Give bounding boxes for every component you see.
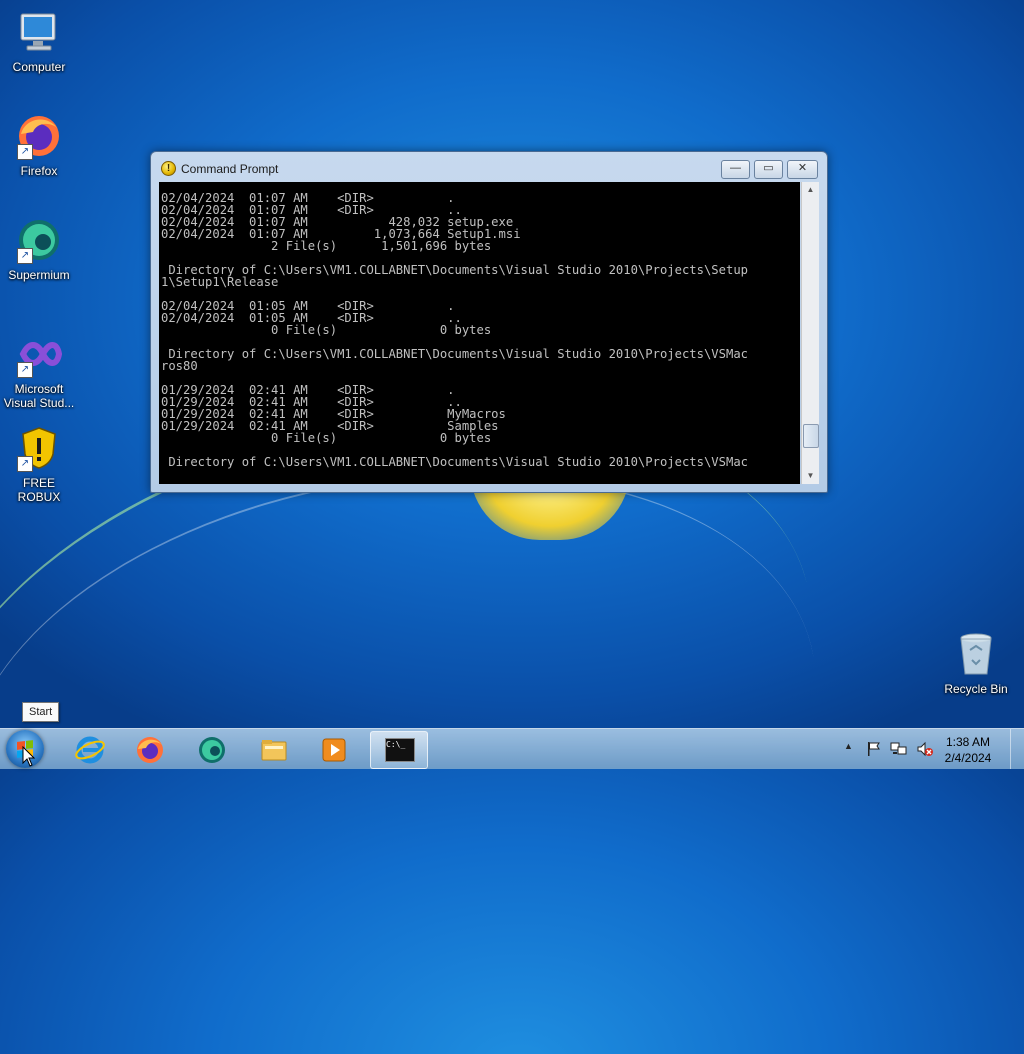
shortcut-arrow-icon: ↗ — [17, 362, 33, 378]
taskbar-media-player[interactable] — [306, 731, 362, 767]
taskbar-clock[interactable]: 1:38 AM 2/4/2024 — [936, 734, 1000, 766]
taskbar-firefox[interactable] — [122, 731, 178, 767]
desktop-icon-visual-studio[interactable]: ↗ Microsoft Visual Stud... — [1, 330, 77, 410]
supermium-icon: ↗ — [15, 216, 63, 264]
taskbar-file-explorer[interactable] — [246, 731, 302, 767]
console-text: 02/04/2024 01:07 AM <DIR> . 02/04/2024 0… — [161, 191, 748, 469]
desktop-icon-firefox[interactable]: ↗ Firefox — [1, 112, 77, 178]
desktop-icon-supermium[interactable]: ↗ Supermium — [1, 216, 77, 282]
taskbar-command-prompt[interactable]: C:\_ — [370, 731, 428, 769]
close-button[interactable]: ✕ — [787, 160, 818, 179]
shield-warning-icon: ↗ — [15, 424, 63, 472]
recycle-bin-icon — [952, 630, 1000, 678]
cmd-icon: C:\_ — [385, 738, 415, 762]
desktop-icon-label: Microsoft Visual Stud... — [3, 382, 75, 410]
media-player-icon — [322, 738, 346, 762]
visual-studio-icon: ↗ — [15, 330, 63, 378]
desktop-icon-computer[interactable]: Computer — [1, 8, 77, 74]
title-bar[interactable]: ! Command Prompt — ▭ ✕ — [151, 152, 827, 182]
shortcut-arrow-icon: ↗ — [17, 248, 33, 264]
desktop-icon-label: Recycle Bin — [944, 682, 1008, 696]
scroll-up-icon[interactable]: ▲ — [802, 182, 819, 198]
mouse-cursor-icon — [22, 746, 36, 767]
taskbar: C:\_ ▲ 1:38 AM 2/4/2024 — [0, 728, 1024, 769]
taskbar-supermium[interactable] — [184, 731, 240, 767]
volume-muted-icon[interactable] — [916, 741, 934, 757]
cmd-shield-icon: ! — [161, 161, 176, 176]
command-prompt-window[interactable]: ! Command Prompt — ▭ ✕ 02/04/2024 01:07 … — [150, 151, 828, 493]
clock-date: 2/4/2024 — [944, 751, 992, 765]
network-icon[interactable] — [890, 741, 908, 757]
firefox-icon — [137, 737, 163, 763]
desktop-icon-recycle-bin[interactable]: Recycle Bin — [938, 630, 1014, 696]
taskbar-internet-explorer[interactable] — [62, 731, 118, 767]
shortcut-arrow-icon: ↗ — [17, 144, 33, 160]
supermium-icon — [199, 737, 225, 763]
ie-icon — [75, 736, 105, 764]
shortcut-arrow-icon: ↗ — [17, 456, 33, 472]
desktop-icon-label: Firefox — [20, 164, 58, 178]
scrollbar-thumb[interactable] — [803, 424, 819, 448]
minimize-button[interactable]: — — [721, 160, 750, 179]
desktop-icon-label: Computer — [12, 60, 66, 74]
flag-icon[interactable] — [866, 741, 882, 757]
console-output[interactable]: 02/04/2024 01:07 AM <DIR> . 02/04/2024 0… — [159, 182, 800, 484]
scroll-down-icon[interactable]: ▼ — [802, 468, 819, 484]
desktop-icon-label: FREE ROBUX — [17, 476, 61, 504]
show-desktop-button[interactable] — [1010, 729, 1024, 769]
window-title: Command Prompt — [181, 162, 279, 176]
vertical-scrollbar[interactable]: ▲ ▼ — [801, 182, 819, 484]
firefox-icon: ↗ — [15, 112, 63, 160]
desktop-icon-free-robux[interactable]: ↗ FREE ROBUX — [1, 424, 77, 504]
desktop-icon-label: Supermium — [8, 268, 70, 282]
clock-time: 1:38 AM — [945, 735, 991, 749]
computer-icon — [15, 8, 63, 56]
start-tooltip: Start — [22, 702, 60, 722]
maximize-button[interactable]: ▭ — [754, 160, 783, 179]
system-tray: ▲ — [844, 729, 936, 769]
show-hidden-icons-button[interactable]: ▲ — [844, 741, 853, 751]
folder-icon — [261, 740, 287, 761]
